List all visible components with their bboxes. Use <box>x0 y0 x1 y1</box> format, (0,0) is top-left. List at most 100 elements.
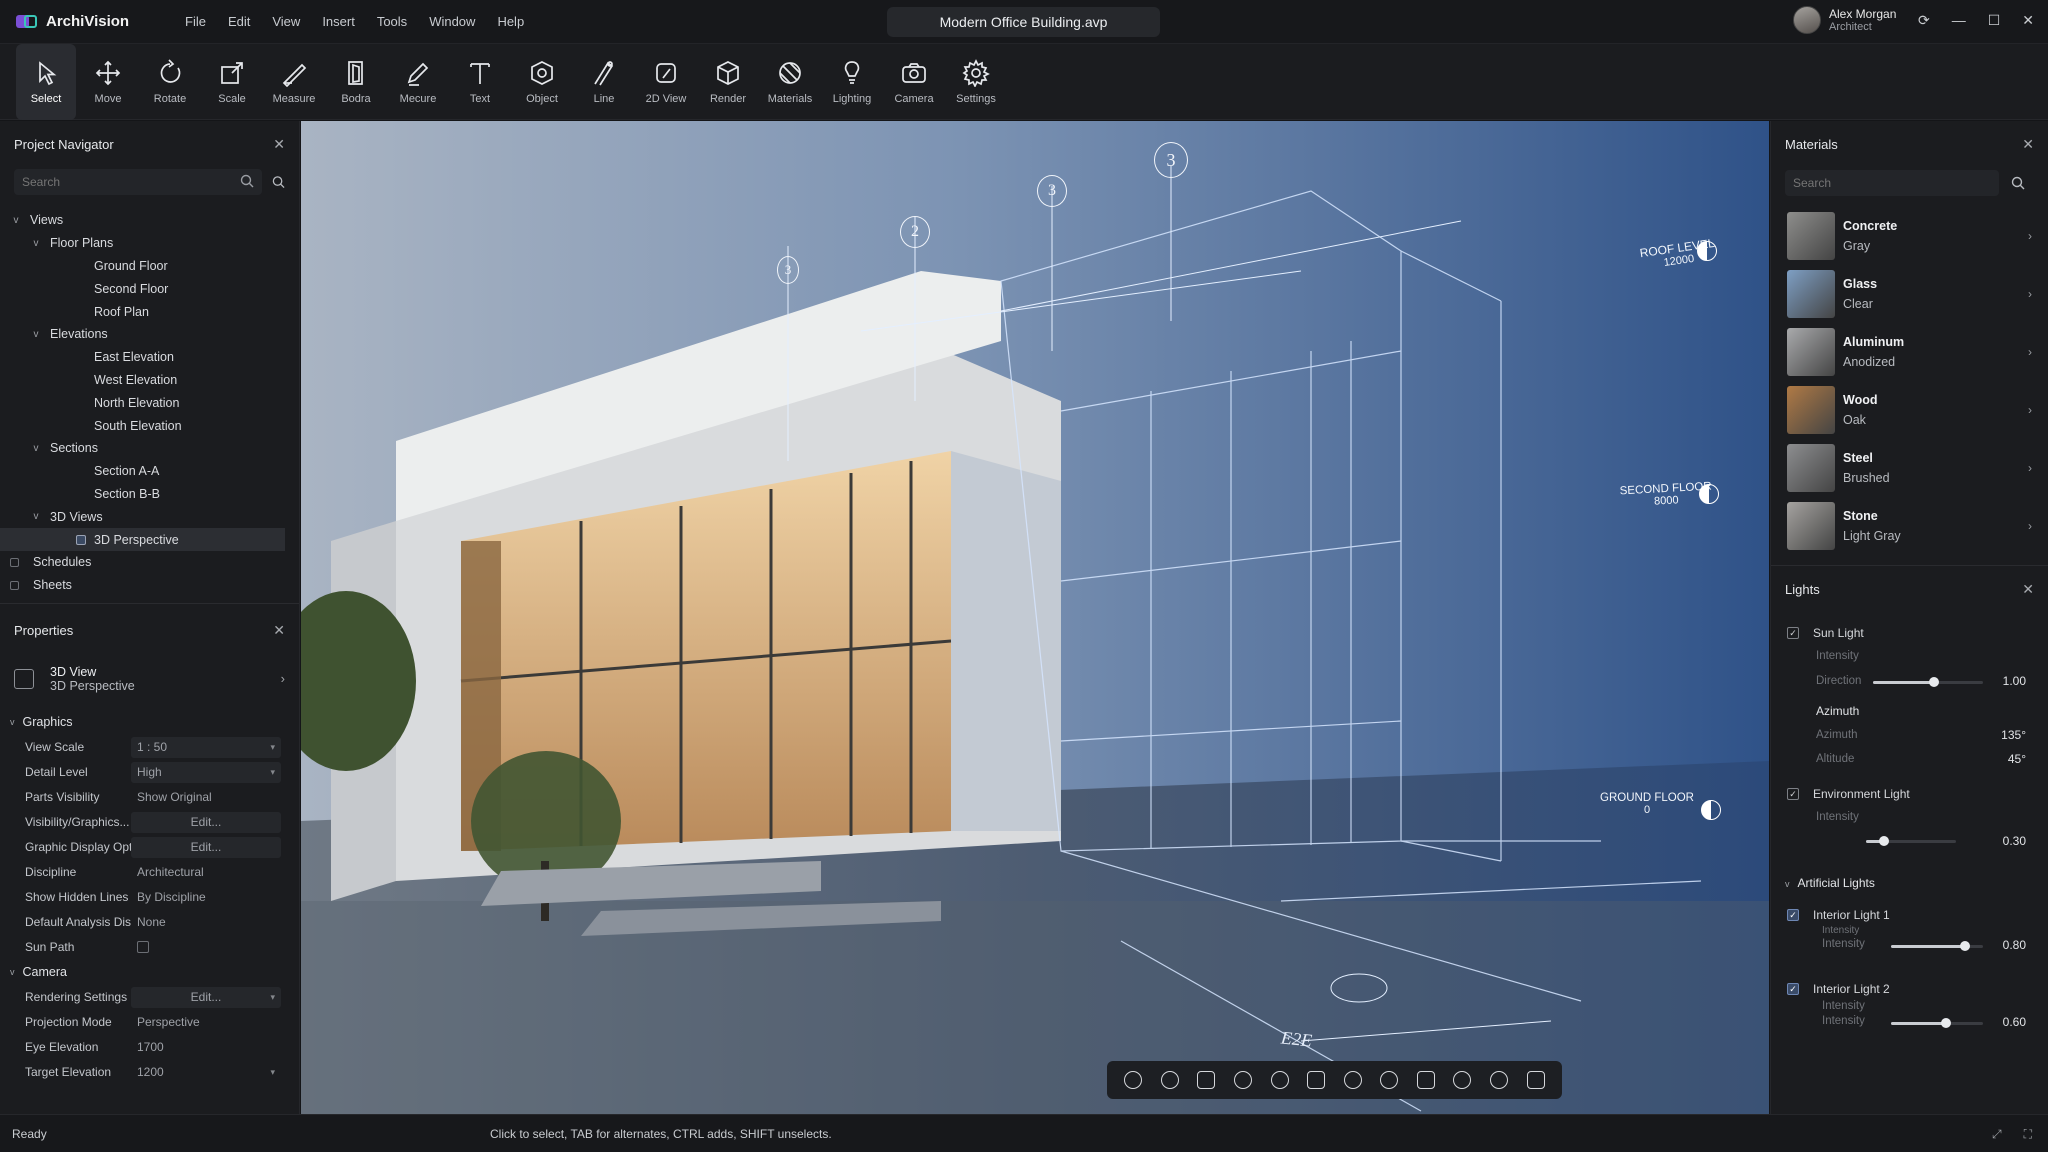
search-icon[interactable] <box>240 174 254 188</box>
snapshot-icon[interactable] <box>1526 1071 1545 1089</box>
property-value[interactable]: 1 : 50 ▾ <box>131 736 281 758</box>
chevron-down-icon[interactable]: v <box>30 238 42 249</box>
tool-move[interactable]: Move <box>78 44 138 120</box>
chevron-right-icon[interactable]: › <box>2028 345 2032 359</box>
materials-search-input[interactable] <box>1785 170 1999 196</box>
section-camera[interactable]: v Camera <box>0 960 299 985</box>
orbit-icon[interactable] <box>1234 1071 1253 1089</box>
chevron-right-icon[interactable]: › <box>2028 519 2032 533</box>
chevron-right-icon[interactable]: › <box>2028 229 2032 243</box>
material-item[interactable]: Aluminum Anodized › <box>1771 323 2048 381</box>
checkbox[interactable]: ✓ <box>1787 788 1799 800</box>
chevron-right-icon[interactable]: › <box>2028 461 2032 475</box>
section-box-icon[interactable] <box>1380 1071 1399 1089</box>
sync-icon[interactable]: ⟳ <box>1918 12 1930 29</box>
interior-light-1-toggle[interactable]: ✓ Interior Light 1 <box>1787 908 1890 922</box>
tree-item[interactable]: South Elevation <box>0 414 299 437</box>
artificial-lights-header[interactable]: v Artificial Lights <box>1785 876 1875 890</box>
property-value[interactable]: Edit... <box>131 811 281 833</box>
close-icon[interactable]: ✕ <box>2022 581 2034 598</box>
checkbox[interactable]: ✓ <box>1787 909 1799 921</box>
tool-scale[interactable]: Scale <box>202 44 262 120</box>
close-icon[interactable]: ✕ <box>2022 136 2034 153</box>
chevron-down-icon[interactable]: v <box>30 511 42 522</box>
tree-item[interactable]: Schedules <box>0 551 299 574</box>
tree-item[interactable]: Section B-B <box>0 483 299 506</box>
tool-camera[interactable]: Camera <box>884 44 944 120</box>
menu-insert[interactable]: Insert <box>311 14 366 29</box>
chevron-down-icon[interactable]: v <box>10 215 22 226</box>
tree-item[interactable]: Second Floor <box>0 277 299 300</box>
close-icon[interactable]: ✕ <box>273 136 285 153</box>
tree-item[interactable]: Roof Plan <box>0 300 299 323</box>
document-title[interactable]: Modern Office Building.avp <box>887 7 1160 37</box>
menu-window[interactable]: Window <box>418 14 486 29</box>
zoom-in-icon[interactable] <box>1270 1071 1289 1089</box>
menu-view[interactable]: View <box>261 14 311 29</box>
tool-line[interactable]: Line <box>574 44 634 120</box>
material-item[interactable]: Glass Clear › <box>1771 265 2048 323</box>
slider-knob[interactable] <box>1941 1018 1952 1028</box>
menu-tools[interactable]: Tools <box>366 14 418 29</box>
menu-edit[interactable]: Edit <box>217 14 261 29</box>
interior-light-2-toggle[interactable]: ✓ Interior Light 2 <box>1787 982 1890 996</box>
3d-viewport[interactable]: 3 2 3 3 ROOF LEVEL 12000 SECOND FLOOR 80… <box>301 121 1769 1114</box>
maximize-icon[interactable]: ☐ <box>1988 12 2001 29</box>
frame-icon[interactable] <box>1490 1071 1509 1089</box>
azimuth-value[interactable]: 135° <box>2001 728 2026 742</box>
tree-item[interactable]: West Elevation <box>0 369 299 392</box>
tree-item[interactable]: v Sections <box>0 437 299 460</box>
tool-text[interactable]: Text <box>450 44 510 120</box>
tool-lighting[interactable]: Lighting <box>822 44 882 120</box>
tree-item[interactable]: v Views <box>0 209 299 232</box>
menu-help[interactable]: Help <box>486 14 535 29</box>
checkbox[interactable]: ✓ <box>1787 983 1799 995</box>
chevron-down-icon[interactable]: ▾ <box>270 987 275 1008</box>
export-icon[interactable]: ⤢ <box>1992 1127 2002 1142</box>
tool-bodra[interactable]: Bodra <box>326 44 386 120</box>
tree-item[interactable]: Section A-A <box>0 460 299 483</box>
tool-measure[interactable]: Measure <box>264 44 324 120</box>
tool-materials[interactable]: Materials <box>760 44 820 120</box>
user-profile[interactable]: Alex Morgan Architect <box>1793 6 1896 34</box>
zoom-out-icon[interactable] <box>1307 1071 1326 1089</box>
chevron-down-icon[interactable]: ▾ <box>270 1062 275 1083</box>
tree-item[interactable]: Ground Floor <box>0 255 299 278</box>
altitude-value[interactable]: 45° <box>2008 752 2026 766</box>
slider-knob[interactable] <box>1928 677 1939 687</box>
chevron-right-icon[interactable]: › <box>2028 403 2032 417</box>
search-icon[interactable] <box>272 175 285 189</box>
fit-icon[interactable] <box>1343 1071 1362 1089</box>
direction-slider[interactable] <box>1873 677 1983 687</box>
minimize-icon[interactable]: — <box>1952 12 1966 29</box>
chevron-down-icon[interactable]: v <box>30 443 42 454</box>
chevron-down-icon[interactable]: ▾ <box>270 737 275 758</box>
sun-light-toggle[interactable]: ✓ Sun Light <box>1787 626 1864 640</box>
tool-select[interactable]: Select <box>16 44 76 120</box>
chevron-down-icon[interactable]: v <box>30 329 42 340</box>
chevron-down-icon[interactable]: ▾ <box>270 762 275 783</box>
material-item[interactable]: Steel Brushed › <box>1771 439 2048 497</box>
info-icon[interactable] <box>1160 1071 1179 1089</box>
property-value[interactable]: Edit... ▾ <box>131 986 281 1008</box>
fullscreen-icon[interactable]: ⛶ <box>2024 1127 2032 1142</box>
tool-mecure[interactable]: Mecure <box>388 44 448 120</box>
tree-item[interactable]: East Elevation <box>0 346 299 369</box>
search-icon[interactable] <box>2011 176 2025 190</box>
section-graphics[interactable]: v Graphics <box>0 710 299 735</box>
material-item[interactable]: Stone Light Gray › <box>1771 497 2048 555</box>
tool-settings[interactable]: Settings <box>946 44 1006 120</box>
tree-item[interactable]: v Elevations <box>0 323 299 346</box>
checkbox[interactable]: ✓ <box>1787 627 1799 639</box>
chevron-right-icon[interactable]: › <box>2028 287 2032 301</box>
checkbox[interactable] <box>137 940 149 953</box>
interior-light-2-slider[interactable] <box>1891 1018 1983 1028</box>
property-value[interactable]: High ▾ <box>131 761 281 783</box>
material-item[interactable]: Concrete Gray › <box>1771 207 2048 265</box>
interior-light-1-slider[interactable] <box>1891 941 1983 951</box>
tree-item[interactable]: North Elevation <box>0 391 299 414</box>
menu-file[interactable]: File <box>174 14 217 29</box>
tree-item[interactable]: v 3D Views <box>0 505 299 528</box>
property-value[interactable] <box>131 937 281 958</box>
close-icon[interactable]: ✕ <box>2022 12 2034 29</box>
